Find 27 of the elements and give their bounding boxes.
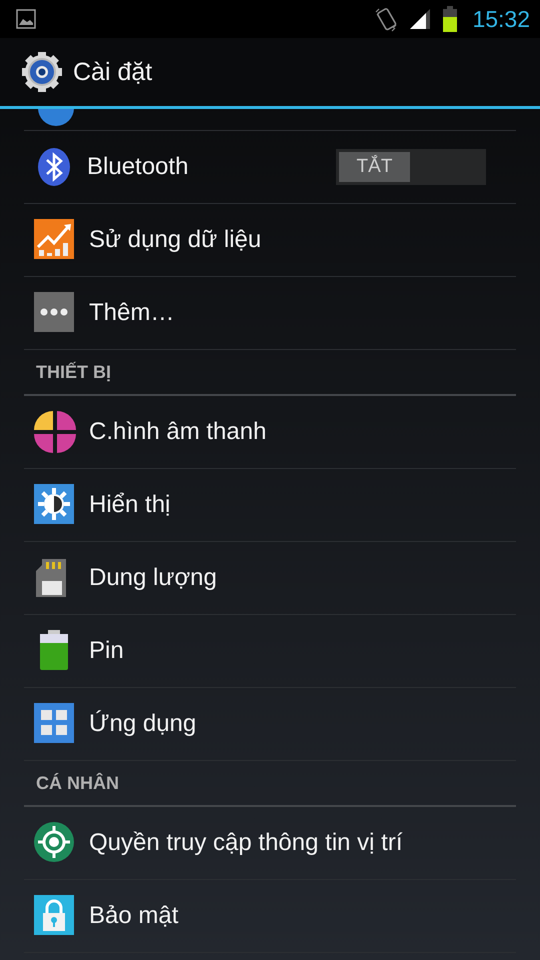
setting-label[interactable]: C.hình âm thanh — [89, 418, 516, 446]
settings-icon — [20, 50, 64, 94]
setting-label[interactable]: Pin — [89, 637, 516, 665]
section-header: CÁ NHÂN — [36, 772, 119, 794]
setting-label[interactable]: Sử dụng dữ liệu — [89, 226, 516, 254]
brightness-icon — [34, 484, 76, 526]
more-icon — [34, 292, 76, 334]
screen-title: Cài đặt — [73, 58, 152, 86]
battery-icon — [442, 6, 458, 32]
setting-label[interactable]: Bluetooth — [87, 153, 323, 181]
section-header: THIẾT BỊ — [36, 362, 111, 382]
setting-label[interactable]: Thêm… — [89, 299, 516, 327]
sound-profile-icon — [34, 411, 76, 453]
toggle-switch[interactable]: TẮT — [336, 149, 486, 185]
data-usage-icon — [34, 219, 76, 261]
lock-icon — [34, 895, 76, 937]
location-icon — [34, 822, 76, 864]
app-grid-icon — [34, 703, 76, 745]
setting-label[interactable]: Hiển thị — [89, 491, 516, 519]
setting-label[interactable]: Bảo mật — [89, 902, 516, 930]
image-icon — [16, 9, 36, 29]
setting-label[interactable]: Quyền truy cập thông tin vị trí — [89, 829, 516, 857]
signal-icon — [408, 7, 432, 31]
vibrate-icon — [374, 6, 398, 32]
setting-label[interactable]: Ứng dụng — [89, 710, 516, 738]
status-time: 15:32 — [472, 6, 530, 32]
setting-label[interactable]: Dung lượng — [89, 564, 516, 592]
